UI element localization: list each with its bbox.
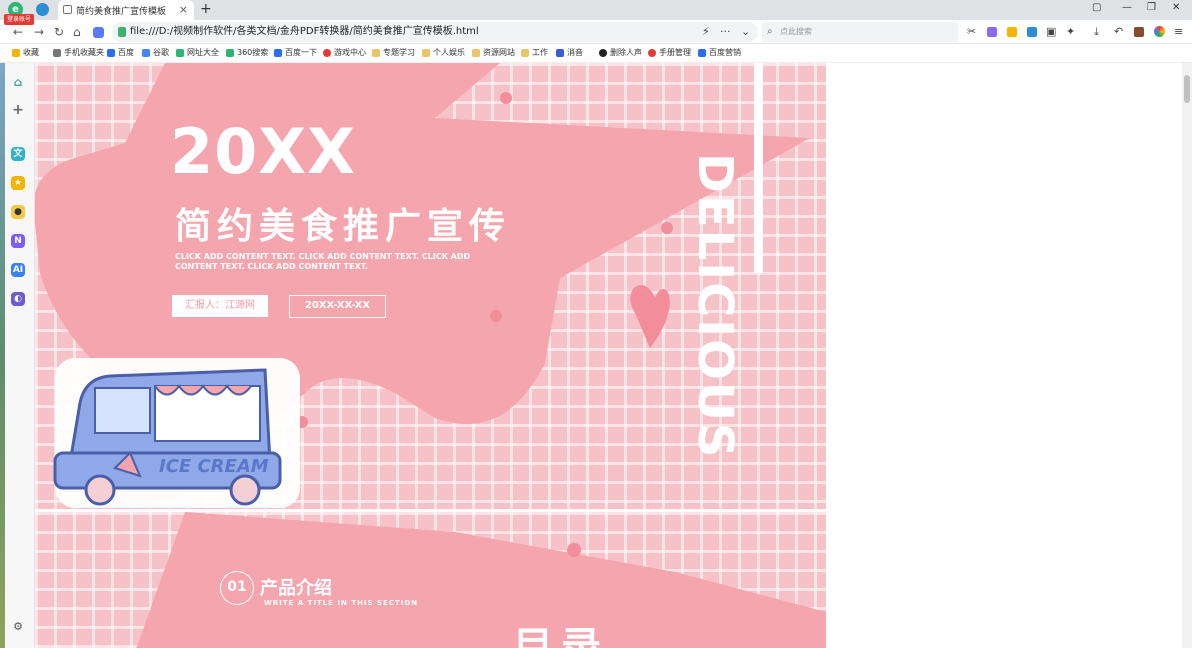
download-icon[interactable]: ⤓	[1094, 25, 1099, 39]
slide-toc: 01 产品介绍 WRITE A TITLE IN THIS SECTION 目录	[35, 512, 826, 648]
address-bar-row: ← → ↻ ⌂ file:///D:/视频制作软件/各类文档/金舟PDF转换器/…	[0, 20, 1192, 44]
bookmarks-bar: 收藏 手机收藏夹 百度 谷歌 网址大全 360搜索 百度一下 游戏中心 专题学习…	[0, 44, 1192, 63]
side-panel: ⌂ + 文 ★ ● N AI ◐ ⚙	[0, 63, 35, 648]
page-icon	[63, 5, 72, 14]
bookmark-folder[interactable]: 专题学习	[372, 47, 415, 58]
section-subtitle: WRITE A TITLE IN THIS SECTION	[264, 599, 419, 607]
secure-icon	[118, 27, 126, 37]
bookmark-item[interactable]: 网址大全	[176, 47, 219, 58]
telegram-icon[interactable]	[36, 3, 49, 16]
bookmark-item[interactable]: 百度一下	[274, 47, 317, 58]
game-icon[interactable]: ◐	[11, 292, 25, 306]
dot	[500, 92, 512, 104]
bookmark-item[interactable]: 游戏中心	[323, 47, 366, 58]
bookmark-folder[interactable]: 个人娱乐	[422, 47, 465, 58]
minimize-button[interactable]: —	[1122, 2, 1132, 13]
window-icon[interactable]: ▣	[1046, 25, 1056, 38]
url-text: file:///D:/视频制作软件/各类文档/金舟PDF转换器/简约美食推广宣传…	[130, 26, 479, 37]
undo-icon[interactable]: ↶	[1114, 25, 1123, 38]
shield-extension-icon[interactable]	[1007, 27, 1017, 37]
bookmark-item[interactable]: 删除人声	[599, 47, 642, 58]
search-input[interactable]: ⌕ 点此搜索	[762, 22, 958, 42]
page-content: 20XX 简约美食推广宣传 CLICK ADD CONTENT TEXT. CL…	[35, 63, 1182, 648]
section-title: 产品介绍	[260, 578, 332, 599]
bookmark-folder[interactable]: 资源网站	[472, 47, 515, 58]
back-icon[interactable]: ←	[13, 25, 23, 39]
bookmark-item[interactable]: 百度	[107, 47, 134, 58]
bookmark-item[interactable]: 手机收藏夹	[53, 47, 104, 58]
scrollbar-thumb[interactable]	[1184, 75, 1190, 103]
desktop-edge	[0, 63, 5, 648]
close-window-button[interactable]: ✕	[1172, 2, 1180, 13]
vertical-scrollbar[interactable]	[1182, 63, 1192, 648]
extension-icon[interactable]	[93, 27, 104, 38]
scissors-icon[interactable]: ✂	[967, 25, 976, 38]
chevron-down-icon[interactable]: ⌄	[741, 25, 750, 38]
tab-active[interactable]: 简约美食推广宣传模板 ×	[58, 0, 194, 20]
vertical-bar	[754, 63, 763, 273]
toc-heading: 目录	[513, 624, 609, 648]
slide-subtitle: CLICK ADD CONTENT TEXT. CLICK ADD CONTEN…	[175, 252, 471, 271]
date-box: 20XX-XX-XX	[289, 295, 386, 318]
ai-icon[interactable]: AI	[11, 263, 25, 277]
bookmark-item[interactable]: 消音	[556, 47, 583, 58]
close-tab-icon[interactable]: ×	[179, 3, 188, 16]
dot	[490, 310, 502, 322]
truck-label: ICE CREAM	[159, 456, 269, 477]
tab-bar: e 简约美食推广宣传模板 × + ▢ — ❐ ✕	[0, 0, 1192, 20]
reload-icon[interactable]: ↻	[54, 25, 64, 39]
bookmark-item[interactable]: 手册管理	[648, 47, 691, 58]
url-field[interactable]: file:///D:/视频制作软件/各类文档/金舟PDF转换器/简约美食推广宣传…	[112, 22, 758, 42]
menu-icon[interactable]: ≡	[1174, 25, 1183, 38]
home-icon[interactable]: ⌂	[73, 25, 81, 39]
bookmark-item[interactable]: 收藏	[12, 47, 39, 58]
section-number: 01	[220, 571, 254, 605]
restore-button[interactable]: ❐	[1147, 2, 1156, 13]
slide-cover: 20XX 简约美食推广宣传 CLICK ADD CONTENT TEXT. CL…	[35, 63, 826, 509]
browser-window: e 简约美食推广宣传模板 × + ▢ — ❐ ✕ 登录账号 ← → ↻ ⌂ fi…	[0, 0, 1192, 648]
puzzle-icon[interactable]: ✦	[1066, 25, 1075, 38]
search-icon: ⌕	[767, 26, 773, 37]
reporter-box: 汇报人：江源网	[172, 295, 268, 317]
year-text: 20XX	[170, 115, 356, 188]
add-icon[interactable]: +	[11, 103, 25, 117]
star-icon[interactable]: ★	[11, 176, 25, 190]
ai-chat-icon[interactable]: N	[11, 234, 25, 248]
dot	[661, 222, 673, 234]
translate-icon[interactable]: 文	[11, 147, 25, 161]
ice-cream-truck	[53, 358, 300, 508]
bookmark-item[interactable]: 360搜索	[226, 47, 268, 58]
blue-extension-icon[interactable]	[1027, 27, 1037, 37]
tab-title: 简约美食推广宣传模板	[76, 6, 167, 17]
bookmark-item[interactable]: 谷歌	[142, 47, 169, 58]
bookmark-item[interactable]: 百度营销	[698, 47, 741, 58]
search-placeholder: 点此搜索	[780, 27, 812, 36]
settings-icon[interactable]: ⚙	[11, 620, 25, 634]
login-badge[interactable]: 登录账号	[4, 14, 34, 25]
slide-title: 简约美食推广宣传	[175, 206, 512, 247]
forward-icon[interactable]: →	[34, 25, 44, 39]
delicious-text: DELICIOUS	[687, 153, 743, 460]
new-tab-button[interactable]: +	[200, 1, 212, 17]
dot	[567, 543, 581, 557]
toc-shapes	[136, 512, 826, 648]
purple-extension-icon[interactable]	[987, 27, 997, 37]
bookmark-folder[interactable]: 工作	[521, 47, 548, 58]
color-icon[interactable]	[1154, 26, 1165, 37]
robot-icon[interactable]: ●	[11, 205, 25, 219]
lightning-icon[interactable]: ⚡	[702, 25, 710, 38]
heart-shape	[630, 285, 670, 348]
shirt-icon[interactable]: ▢	[1092, 2, 1101, 13]
bag-icon[interactable]	[1134, 27, 1144, 37]
more-icon[interactable]: ···	[720, 25, 731, 38]
home-icon[interactable]: ⌂	[11, 75, 25, 89]
